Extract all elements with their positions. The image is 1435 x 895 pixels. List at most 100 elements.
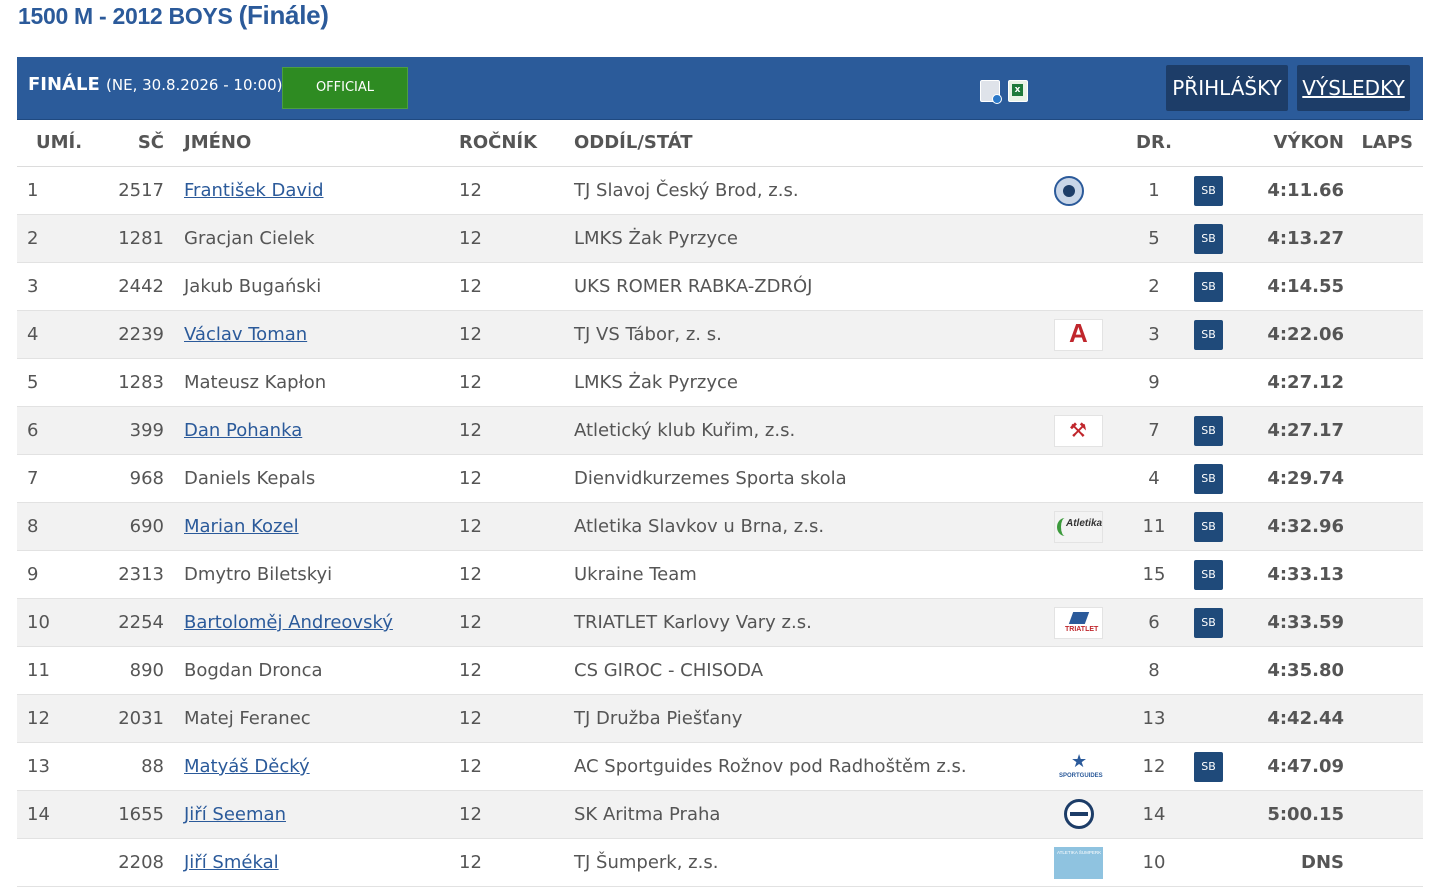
badge-cell	[1194, 358, 1254, 407]
results-table: UMÍ. SČ JMÉNO ROČNÍK ODDÍL/STÁT DR. VÝKO…	[17, 119, 1423, 887]
lane-cell: 15	[1114, 550, 1194, 599]
yob-cell: 12	[459, 550, 574, 599]
name-cell: Václav Toman	[184, 310, 459, 359]
name-cell: Dan Pohanka	[184, 406, 459, 455]
yob-cell: 12	[459, 790, 574, 839]
rank-cell: 6	[17, 406, 99, 455]
performance-cell: 4:42.44	[1254, 694, 1346, 743]
col-club-header[interactable]: ODDÍL/STÁT	[574, 119, 1054, 167]
name-cell: Jiří Seeman	[184, 790, 459, 839]
yob-cell: 12	[459, 502, 574, 551]
athlete-name-link[interactable]: Matyáš Děcký	[184, 756, 310, 777]
badge-cell: SB	[1194, 550, 1254, 599]
lane-cell: 6	[1114, 598, 1194, 647]
col-rank-header[interactable]: UMÍ.	[17, 119, 99, 167]
athlete-name-link[interactable]: Marian Kozel	[184, 516, 299, 537]
laps-cell	[1346, 262, 1423, 311]
laps-cell	[1346, 214, 1423, 263]
yob-cell: 12	[459, 694, 574, 743]
season-best-badge: SB	[1194, 271, 1223, 302]
logo-cell	[1054, 358, 1114, 407]
yob-cell: 12	[459, 166, 574, 215]
season-best-badge: SB	[1194, 415, 1223, 446]
lane-cell: 4	[1114, 454, 1194, 503]
club-cell: TJ Šumperk, z.s.	[574, 838, 1054, 887]
badge-cell	[1194, 838, 1254, 887]
athlete-name-link[interactable]: Jiří Seeman	[184, 804, 286, 825]
excel-file-icon[interactable]	[1008, 80, 1028, 102]
table-row: 13 88 Matyáš Děcký 12 AC Sportguides Rožnov …	[17, 742, 1423, 791]
name-cell: Daniels Kepals	[184, 454, 459, 503]
round-datetime: (NE, 30.8.2026 - 10:00)	[106, 76, 283, 94]
athlete-name: Daniels Kepals	[184, 468, 316, 489]
performance-cell: 4:27.12	[1254, 358, 1346, 407]
club-cell: TJ VS Tábor, z. s.	[574, 310, 1054, 359]
round-heading: FINÁLE (NE, 30.8.2026 - 10:00)	[28, 74, 283, 95]
athlete-name-link[interactable]: Bartoloměj Andreovský	[184, 612, 393, 633]
badge-cell: SB	[1194, 262, 1254, 311]
yob-cell: 12	[459, 454, 574, 503]
entries-button[interactable]: PŘIHLÁŠKY	[1166, 65, 1288, 111]
lane-cell: 5	[1114, 214, 1194, 263]
rank-cell: 10	[17, 598, 99, 647]
yob-cell: 12	[459, 262, 574, 311]
club-logo-icon	[1054, 751, 1103, 783]
logo-cell	[1054, 310, 1114, 359]
laps-cell	[1346, 838, 1423, 887]
logo-cell	[1054, 742, 1114, 791]
pdf-file-icon[interactable]	[980, 80, 1002, 104]
club-cell: TRIATLET Karlovy Vary z.s.	[574, 598, 1054, 647]
performance-cell: 4:33.13	[1254, 550, 1346, 599]
performance-cell: 4:14.55	[1254, 262, 1346, 311]
club-cell: SK Aritma Praha	[574, 790, 1054, 839]
athlete-name-link[interactable]: František David	[184, 180, 324, 201]
table-row: 2208Jiří Smékal 12TJ Šumperk, z.s. 10 DNS	[17, 838, 1423, 887]
club-logo-icon	[1054, 846, 1103, 879]
club-cell: LMKS Żak Pyrzyce	[574, 358, 1054, 407]
table-row: 8 690 Marian Kozel 12 Atletika Slavkov u Brn…	[17, 502, 1423, 551]
performance-cell: 5:00.15	[1254, 790, 1346, 839]
season-best-badge: SB	[1194, 319, 1223, 350]
logo-cell	[1054, 262, 1114, 311]
laps-cell	[1346, 454, 1423, 503]
col-laps-header[interactable]: LAPS	[1346, 119, 1423, 167]
round-title: (Finále)	[238, 0, 329, 30]
yob-cell: 12	[459, 406, 574, 455]
athlete-name-link[interactable]: Dan Pohanka	[184, 420, 302, 441]
logo-cell	[1054, 406, 1114, 455]
yob-cell: 12	[459, 598, 574, 647]
badge-cell: SB	[1194, 598, 1254, 647]
rank-cell: 14	[17, 790, 99, 839]
bib-cell: 2239	[99, 310, 184, 359]
table-row: 10 2254 Bartoloměj Andreovský 12 TRIATLET Ka…	[17, 598, 1423, 647]
performance-cell: 4:22.06	[1254, 310, 1346, 359]
badge-cell: SB	[1194, 742, 1254, 791]
col-yob-header[interactable]: ROČNÍK	[459, 119, 574, 167]
col-lane-header[interactable]: DR.	[1114, 119, 1194, 167]
performance-cell: 4:11.66	[1254, 166, 1346, 215]
laps-cell	[1346, 358, 1423, 407]
table-row: 7 968 Daniels Kepals 12 Dienvidkurzemes Spor…	[17, 454, 1423, 503]
season-best-badge: SB	[1194, 511, 1223, 542]
rank-cell: 12	[17, 694, 99, 743]
bib-cell: 968	[99, 454, 184, 503]
athlete-name: Mateusz Kapłon	[184, 372, 327, 393]
col-perf-header[interactable]: VÝKON	[1254, 119, 1346, 167]
bib-cell: 2254	[99, 598, 184, 647]
lane-cell: 14	[1114, 790, 1194, 839]
table-row: 3 2442 Jakub Bugański 12 UKS ROMER RABKA-ZDR…	[17, 262, 1423, 311]
col-name-header[interactable]: JMÉNO	[184, 119, 459, 167]
bib-cell: 1283	[99, 358, 184, 407]
results-button[interactable]: VÝSLEDKY	[1297, 65, 1410, 111]
laps-cell	[1346, 550, 1423, 599]
athlete-name-link[interactable]: Jiří Smékal	[184, 852, 279, 873]
official-status-button[interactable]: OFFICIAL	[282, 67, 408, 109]
badge-cell: SB	[1194, 454, 1254, 503]
yob-cell: 12	[459, 742, 574, 791]
performance-cell: 4:35.80	[1254, 646, 1346, 695]
athlete-name-link[interactable]: Václav Toman	[184, 324, 307, 345]
name-cell: Matej Feranec	[184, 694, 459, 743]
bib-cell: 2031	[99, 694, 184, 743]
col-bib-header[interactable]: SČ	[99, 119, 184, 167]
club-cell: TJ Slavoj Český Brod, z.s.	[574, 166, 1054, 215]
